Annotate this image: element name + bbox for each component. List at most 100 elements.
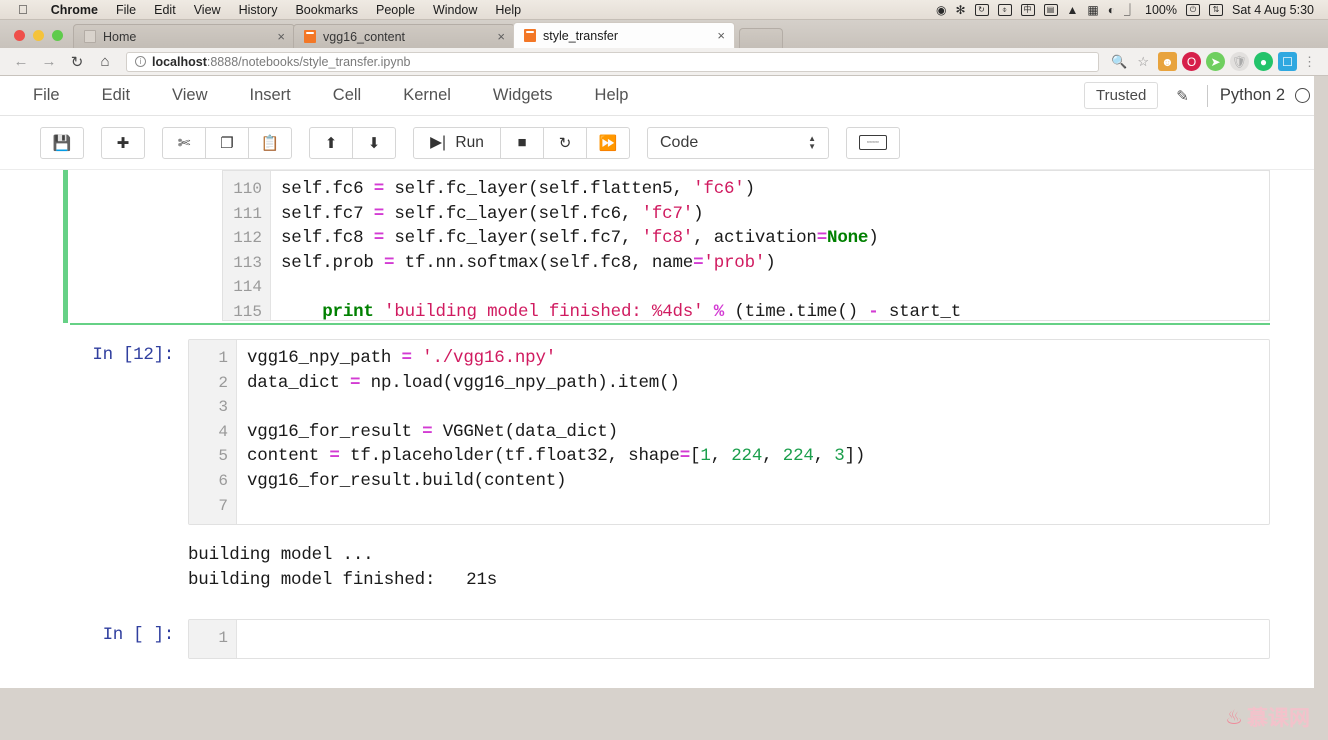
jupyter-menu-widgets[interactable]: Widgets	[472, 86, 574, 105]
keyboard-icon: ▫▫▫▫	[859, 135, 887, 150]
os-menu-help[interactable]: Help	[486, 3, 530, 17]
jupyter-menu-edit[interactable]: Edit	[81, 86, 151, 105]
jupyter-icon	[524, 29, 536, 42]
reload-icon[interactable]: ↻	[64, 51, 90, 73]
insert-cell-below-button[interactable]: ✚	[101, 126, 145, 159]
cell-input-area[interactable]: 1	[188, 619, 1270, 660]
restart-run-all-button[interactable]: ⏩	[586, 126, 630, 159]
cell-type-value: Code	[660, 133, 699, 151]
apple-logo-icon[interactable]: 	[18, 3, 28, 16]
forward-arrow-icon[interactable]: →	[36, 51, 62, 73]
code-cell-empty[interactable]: In [ ]: 1	[70, 619, 1270, 660]
os-menu-view[interactable]: View	[185, 3, 230, 17]
cell-source-code[interactable]: vgg16_npy_path = './vgg16.npy' data_dict …	[237, 340, 1269, 525]
jupyter-menu-view[interactable]: View	[151, 86, 228, 105]
watermark: ♨ 慕课网	[1225, 702, 1310, 732]
line-number: 2	[218, 373, 228, 392]
extension-opera-icon[interactable]: O	[1182, 52, 1201, 71]
usb-icon[interactable]: ⌽	[997, 3, 1012, 16]
paste-cell-button[interactable]: 📋	[248, 126, 292, 159]
restart-kernel-button[interactable]: ↻	[543, 126, 587, 159]
os-menu-window[interactable]: Window	[424, 3, 486, 17]
interrupt-kernel-button[interactable]: ■	[500, 126, 544, 159]
airplay-icon[interactable]: ⏌	[1124, 4, 1136, 16]
extension-evernote-icon[interactable]: ☻	[1158, 52, 1177, 71]
url-text: localhost:8888/notebooks/style_transfer.…	[152, 55, 410, 69]
input-source-chinese-icon[interactable]: 中	[1020, 3, 1035, 16]
cell-input-area[interactable]: 1 2 3 4 5 6 7 vgg16_npy_path = './vgg16.…	[188, 339, 1270, 526]
battery-meter-icon[interactable]: ▦	[1087, 4, 1098, 16]
jupyter-menu-kernel[interactable]: Kernel	[382, 86, 472, 105]
trusted-badge[interactable]: Trusted	[1083, 82, 1159, 109]
code-cell-selected[interactable]: 110 111 112 113 114 115 self.fc6 = self.…	[63, 170, 1270, 325]
record-icon[interactable]: ◉	[936, 4, 946, 16]
battery-icon[interactable]: ⏻	[1185, 3, 1200, 16]
chevron-updown-icon[interactable]: ▲ ▼	[808, 134, 816, 150]
os-menu-history[interactable]: History	[230, 3, 287, 17]
zoom-icon[interactable]: 🔍	[1107, 54, 1131, 70]
jupyter-menu-insert[interactable]: Insert	[229, 86, 312, 105]
address-bar[interactable]: i localhost:8888/notebooks/style_transfe…	[126, 51, 1100, 72]
maximize-window-button[interactable]	[52, 30, 63, 41]
page-info-icon[interactable]: i	[135, 56, 146, 67]
jupyter-menu-help[interactable]: Help	[574, 86, 650, 105]
jupyter-menu-file[interactable]: File	[12, 86, 81, 105]
sync-icon[interactable]: ↻	[974, 3, 989, 16]
new-tab-button[interactable]	[739, 28, 783, 48]
line-number: 7	[218, 496, 228, 515]
move-cell-up-button[interactable]: ⬆	[309, 126, 353, 159]
os-menu-file[interactable]: File	[107, 3, 145, 17]
extension-shield-icon[interactable]: 🛡	[1230, 52, 1249, 71]
os-menu-bookmarks[interactable]: Bookmarks	[286, 3, 367, 17]
close-icon[interactable]: ×	[494, 30, 508, 43]
os-menu-edit[interactable]: Edit	[145, 3, 185, 17]
tab-vgg16-content[interactable]: vgg16_content ×	[293, 24, 515, 48]
extension-chat-icon[interactable]: ●	[1254, 52, 1273, 71]
os-clock[interactable]: Sat 4 Aug 5:30	[1232, 3, 1314, 17]
save-button[interactable]: 💾	[40, 126, 84, 159]
cell-input-area[interactable]: 110 111 112 113 114 115 self.fc6 = self.…	[222, 170, 1270, 321]
move-cell-down-button[interactable]: ⬇	[352, 126, 396, 159]
code-line: vgg16_for_result = VGGNet(data_dict)	[247, 421, 618, 442]
os-menu-people[interactable]: People	[367, 3, 424, 17]
cut-cell-button[interactable]: ✄	[162, 126, 206, 159]
bluetooth-icon[interactable]: ✻	[955, 4, 965, 16]
jupyter-menu-cell[interactable]: Cell	[312, 86, 382, 105]
shortcuts-icon[interactable]: ⇅	[1208, 3, 1223, 16]
screen-icon[interactable]: ▤	[1043, 3, 1058, 16]
code-line: data_dict = np.load(vgg16_npy_path).item…	[247, 372, 680, 393]
cell-source-code[interactable]	[237, 620, 1269, 659]
close-icon[interactable]: ×	[714, 29, 728, 42]
cell-type-select[interactable]: Code ▲ ▼	[647, 126, 829, 159]
kernel-idle-circle-icon[interactable]	[1295, 88, 1310, 103]
command-palette-button[interactable]: ▫▫▫▫	[846, 126, 900, 159]
extension-pocket-icon[interactable]: ➤	[1206, 52, 1225, 71]
home-icon[interactable]: ⌂	[92, 51, 118, 73]
close-window-button[interactable]	[14, 30, 25, 41]
url-host: localhost	[152, 54, 207, 69]
dropbox-icon[interactable]: ▲	[1067, 4, 1079, 16]
minimize-window-button[interactable]	[33, 30, 44, 41]
code-cell-in-12[interactable]: In [12]: 1 2 3 4 5 6 7 vgg16_npy_path = …	[70, 339, 1270, 526]
copy-cell-button[interactable]: ❐	[205, 126, 249, 159]
tab-style-transfer[interactable]: style_transfer ×	[513, 22, 735, 48]
run-group: ▶| Run ■ ↻ ⏩	[413, 126, 630, 159]
chrome-menu-icon[interactable]: ⋮	[1299, 54, 1320, 70]
os-menu-chrome[interactable]: Chrome	[42, 3, 107, 17]
line-number: 110	[233, 180, 262, 198]
notebook-cells: 110 111 112 113 114 115 self.fc6 = self.…	[0, 170, 1328, 660]
back-arrow-icon[interactable]: ←	[8, 51, 34, 73]
window-controls	[8, 30, 73, 48]
pencil-icon[interactable]: ✎	[1158, 87, 1207, 105]
bookmark-star-icon[interactable]: ☆	[1133, 54, 1153, 70]
close-icon[interactable]: ×	[274, 30, 288, 43]
cell-source-code[interactable]: self.fc6 = self.fc_layer(self.flatten5, …	[271, 171, 1269, 320]
line-number-gutter: 1	[189, 620, 237, 659]
tab-home[interactable]: Home ×	[73, 24, 295, 48]
extension-screenshot-icon[interactable]: ☐	[1278, 52, 1297, 71]
run-cell-button[interactable]: ▶| Run	[413, 126, 501, 159]
notebook-scroll-area[interactable]: 110 111 112 113 114 115 self.fc6 = self.…	[0, 170, 1328, 686]
wifi-icon[interactable]: ◐	[1108, 4, 1115, 16]
